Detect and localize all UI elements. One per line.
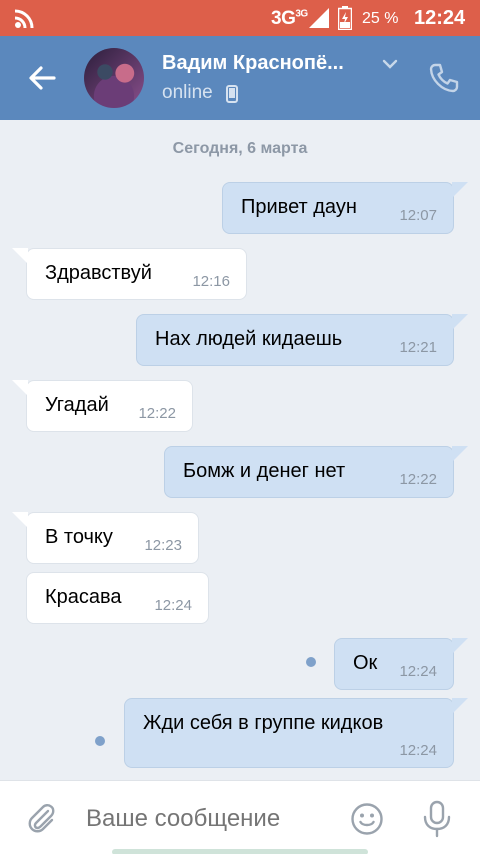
bubble-tail bbox=[452, 314, 468, 330]
back-arrow-icon[interactable] bbox=[24, 60, 60, 96]
battery-icon bbox=[338, 6, 352, 30]
contact-status: online bbox=[162, 82, 213, 103]
message-text: Жди себя в группе кидков bbox=[143, 712, 384, 734]
message-outgoing[interactable]: Жди себя в группе кидков 12:24 bbox=[124, 698, 454, 768]
chat-header: Вадим Краснопё... online bbox=[0, 36, 480, 120]
bubble-tail bbox=[452, 182, 468, 198]
message-time: 12:07 bbox=[399, 207, 437, 224]
message-time: 12:24 bbox=[154, 597, 192, 614]
message-incoming[interactable]: Красава 12:24 bbox=[26, 572, 209, 624]
bubble-tail bbox=[452, 446, 468, 462]
keyboard-handle bbox=[112, 849, 368, 854]
unread-indicator bbox=[306, 657, 316, 667]
signal-icon bbox=[309, 8, 329, 28]
message-time: 12:24 bbox=[399, 663, 437, 680]
wifi-icon bbox=[14, 9, 34, 29]
message-time: 12:22 bbox=[138, 405, 176, 422]
message-outgoing[interactable]: Бомж и денег нет 12:22 bbox=[164, 446, 454, 498]
message-text: Нах людей кидаешь bbox=[155, 328, 343, 350]
message-input[interactable] bbox=[86, 805, 336, 833]
bubble-tail bbox=[12, 512, 28, 528]
message-text: Ок bbox=[353, 652, 378, 674]
message-time: 12:24 bbox=[399, 742, 437, 759]
unread-indicator bbox=[95, 736, 105, 746]
message-outgoing[interactable]: Нах людей кидаешь 12:21 bbox=[136, 314, 454, 366]
message-outgoing[interactable]: Привет даун 12:07 bbox=[222, 182, 454, 234]
message-text: Привет даун bbox=[241, 196, 357, 218]
message-incoming[interactable]: Угадай 12:22 bbox=[26, 380, 193, 432]
microphone-icon[interactable] bbox=[422, 800, 452, 838]
status-bar: 3G3G 25 % 12:24 bbox=[0, 0, 480, 36]
message-time: 12:21 bbox=[399, 339, 437, 356]
avatar[interactable] bbox=[84, 48, 144, 108]
message-outgoing[interactable]: Ок 12:24 bbox=[334, 638, 454, 690]
status-clock: 12:24 bbox=[414, 7, 466, 29]
chevron-down-icon[interactable] bbox=[382, 58, 398, 70]
call-icon[interactable] bbox=[428, 62, 460, 94]
emoji-icon[interactable] bbox=[350, 802, 384, 836]
network-type: 3G3G bbox=[271, 8, 308, 29]
date-divider: Сегодня, 6 марта bbox=[172, 140, 308, 157]
message-time: 12:16 bbox=[192, 273, 230, 290]
mobile-phone-icon bbox=[226, 85, 238, 103]
contact-name[interactable]: Вадим Краснопё... bbox=[162, 52, 344, 75]
message-text: Бомж и денег нет bbox=[183, 460, 346, 482]
message-time: 12:22 bbox=[399, 471, 437, 488]
message-text: В точку bbox=[45, 526, 113, 548]
message-text: Красава bbox=[45, 586, 122, 608]
message-incoming[interactable]: В точку 12:23 bbox=[26, 512, 199, 564]
message-incoming[interactable]: Здравствуй 12:16 bbox=[26, 248, 247, 300]
message-text: Угадай bbox=[45, 394, 109, 416]
message-time: 12:23 bbox=[144, 537, 182, 554]
attach-icon[interactable] bbox=[24, 801, 58, 835]
bubble-tail bbox=[452, 638, 468, 654]
message-composer bbox=[0, 780, 480, 854]
battery-percent: 25 % bbox=[362, 10, 399, 27]
message-text: Здравствуй bbox=[45, 262, 152, 284]
bubble-tail bbox=[452, 698, 468, 714]
